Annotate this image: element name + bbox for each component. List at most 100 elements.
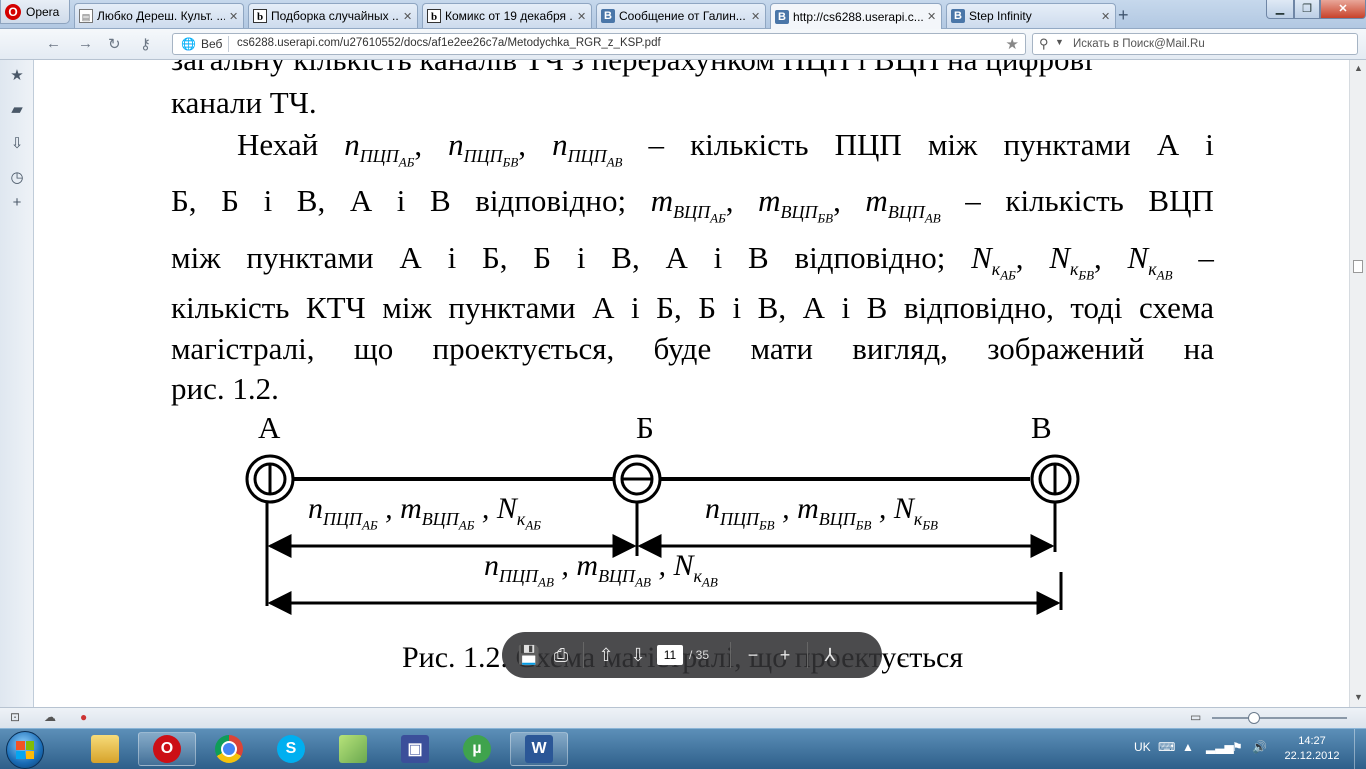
- search-box[interactable]: ⚲ ▼ Искать в Поиск@Mail.Ru: [1032, 33, 1358, 55]
- address-url[interactable]: cs6288.userapi.com/u27610552/docs/af1e2e…: [237, 37, 661, 49]
- dimension-label-bv: nПЦПБВ , mВЦПБВ , NкБВ: [705, 492, 938, 533]
- notes-icon[interactable]: ▰: [8, 100, 26, 118]
- scroll-down-icon[interactable]: ▼: [1354, 692, 1363, 702]
- keyboard-icon[interactable]: ⌨: [1158, 740, 1175, 754]
- panel-toggle-icon[interactable]: ⊡: [10, 710, 20, 724]
- taskbar-word[interactable]: W: [510, 732, 568, 766]
- node-b-circle-icon: [612, 454, 662, 504]
- tab-label: Step Infinity: [969, 9, 1032, 23]
- taskbar: O S ▣ µ W UK ⌨ ▲ ▂▃▅ ⚑ 🔊 14:27 22.12.201…: [0, 728, 1366, 769]
- language-indicator[interactable]: UK: [1134, 740, 1151, 754]
- opera-unite-icon[interactable]: ●: [80, 710, 87, 724]
- print-icon[interactable]: ⎙: [548, 642, 574, 668]
- back-icon[interactable]: ←: [46, 35, 61, 52]
- downloads-icon[interactable]: ⇩: [8, 134, 26, 152]
- vertical-scrollbar[interactable]: ▲ ▼: [1349, 60, 1366, 707]
- cloud-icon[interactable]: ☁: [44, 710, 56, 724]
- address-separator: [228, 36, 229, 52]
- pdf-toolbar: 💾 ⎙ ⇧ ⇩ 11 / 35 − + ⅄: [502, 632, 882, 678]
- show-hidden-icons-icon[interactable]: ▲: [1182, 740, 1194, 754]
- diagram-lines: [245, 454, 1080, 615]
- clock-date: 22.12.2012: [1284, 750, 1340, 762]
- chevron-down-icon[interactable]: ▼: [1055, 37, 1064, 47]
- close-tab-icon[interactable]: ✕: [403, 10, 413, 23]
- close-tab-icon[interactable]: ✕: [577, 10, 587, 23]
- globe-icon: 🌐: [181, 37, 196, 51]
- tab-1[interactable]: b Подборка случайных ... ✕: [248, 3, 418, 28]
- minimize-button[interactable]: ▁: [1266, 0, 1294, 19]
- skype-icon: S: [277, 735, 305, 763]
- taskbar-notes[interactable]: [324, 732, 382, 766]
- maximize-button[interactable]: ❐: [1294, 0, 1320, 19]
- node-v-circle-icon: [1030, 454, 1080, 504]
- show-desktop-button[interactable]: [1354, 729, 1366, 769]
- zoom-out-icon[interactable]: −: [740, 642, 766, 668]
- vk-icon: B: [951, 9, 965, 23]
- search-placeholder: Искать в Поиск@Mail.Ru: [1073, 38, 1205, 50]
- address-bar[interactable]: 🌐 Веб cs6288.userapi.com/u27610552/docs/…: [172, 33, 1026, 55]
- document-icon: ▤: [79, 9, 93, 23]
- bookmark-star-icon[interactable]: ★: [1006, 35, 1019, 53]
- pdf-viewport[interactable]: загальну кількість каналів ТЧ з перераху…: [34, 60, 1348, 707]
- close-tab-icon[interactable]: ✕: [1101, 10, 1111, 23]
- history-clock-icon[interactable]: ◷: [8, 168, 26, 186]
- navigation-bar: ← → ↻ ⚷ 🌐 Веб cs6288.userapi.com/u276105…: [0, 29, 1366, 60]
- taskbar-explorer[interactable]: [76, 732, 134, 766]
- view-icon[interactable]: ▭: [1190, 710, 1201, 724]
- taskbar-opera[interactable]: O: [138, 732, 196, 766]
- tab-2[interactable]: b Комикс от 19 декабря ... ✕: [422, 3, 592, 28]
- reload-icon[interactable]: ↻: [108, 35, 121, 53]
- new-tab-button[interactable]: +: [1118, 5, 1129, 26]
- tab-4[interactable]: B http://cs6288.userapi.c... ✕: [770, 3, 942, 29]
- save-icon[interactable]: 💾: [516, 642, 542, 668]
- bookmarks-star-icon[interactable]: ★: [8, 66, 26, 84]
- close-tab-icon[interactable]: ✕: [751, 10, 761, 23]
- taskbar-chrome[interactable]: [200, 732, 258, 766]
- zoom-in-icon[interactable]: +: [772, 642, 798, 668]
- word-icon: W: [525, 735, 553, 763]
- key-icon[interactable]: ⚷: [140, 35, 151, 53]
- tab-label: Подборка случайных ...: [271, 9, 399, 23]
- chrome-icon: [215, 735, 243, 763]
- page-number-input[interactable]: 11: [657, 645, 683, 665]
- tab-3[interactable]: B Сообщение от Галин... ✕: [596, 3, 766, 28]
- taskbar-utorrent[interactable]: µ: [448, 732, 506, 766]
- opera-menu-button[interactable]: O Opera: [0, 0, 70, 24]
- vk-icon: B: [775, 9, 789, 24]
- close-window-button[interactable]: ✕: [1320, 0, 1366, 19]
- flag-icon[interactable]: ⚑: [1232, 740, 1243, 754]
- taskbar-save-app[interactable]: ▣: [386, 732, 444, 766]
- clock[interactable]: 14:27 22.12.2012: [1280, 734, 1344, 764]
- tab-5[interactable]: B Step Infinity ✕: [946, 3, 1116, 28]
- zoom-slider-knob[interactable]: [1248, 712, 1260, 724]
- b-icon: b: [253, 9, 267, 23]
- toolbar-divider: [730, 642, 731, 668]
- address-prefix: Веб: [201, 37, 223, 51]
- node-a-circle-icon: [245, 454, 295, 504]
- sidebar: ★ ▰ ⇩ ◷ +: [0, 60, 34, 707]
- scroll-thumb[interactable]: [1353, 260, 1363, 273]
- tab-0[interactable]: ▤ Любко Дереш. Культ. ... ✕: [74, 3, 244, 28]
- search-icon: ⚲: [1039, 36, 1049, 51]
- utorrent-icon: µ: [463, 735, 491, 763]
- acrobat-icon[interactable]: ⅄: [817, 642, 843, 668]
- tab-label: Любко Дереш. Культ. ...: [97, 9, 225, 23]
- zoom-slider-track[interactable]: [1212, 717, 1347, 719]
- opera-icon: O: [153, 735, 181, 763]
- window-controls: ▁ ❐ ✕: [1266, 0, 1366, 20]
- folder-icon: [91, 735, 119, 763]
- add-panel-icon[interactable]: +: [8, 194, 26, 211]
- start-button[interactable]: [6, 731, 44, 769]
- volume-icon[interactable]: 🔊: [1252, 740, 1267, 754]
- close-tab-icon[interactable]: ✕: [229, 10, 239, 23]
- opera-menu-label: Opera: [26, 4, 60, 19]
- close-tab-icon[interactable]: ✕: [927, 10, 937, 23]
- page-up-icon[interactable]: ⇧: [593, 642, 619, 668]
- signal-strength-icon[interactable]: ▂▃▅: [1206, 740, 1234, 754]
- dimension-label-ab: nПЦПАБ , mВЦПАБ , NкАБ: [308, 492, 541, 533]
- scroll-up-icon[interactable]: ▲: [1354, 63, 1363, 73]
- page-total: / 35: [689, 648, 710, 662]
- forward-icon[interactable]: →: [78, 35, 93, 52]
- page-down-icon[interactable]: ⇩: [625, 642, 651, 668]
- taskbar-skype[interactable]: S: [262, 732, 320, 766]
